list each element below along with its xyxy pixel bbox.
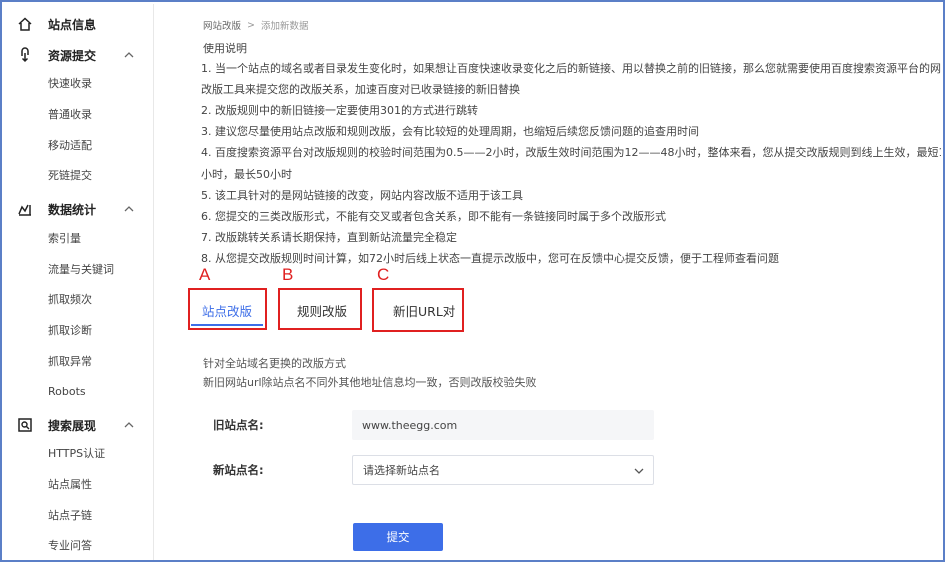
sidebar-item-sitelinks[interactable]: 站点子链 xyxy=(48,507,92,525)
sidebar-group-search-display[interactable]: 搜索展现 xyxy=(4,412,153,438)
sidebar-item-site-attributes[interactable]: 站点属性 xyxy=(48,476,92,494)
sidebar-item-robots[interactable]: Robots xyxy=(48,383,86,401)
tab-active-indicator xyxy=(191,324,263,326)
chevron-up-icon xyxy=(122,202,136,216)
usage-line: 改版工具来提交您的改版关系，加速百度对已收录链接的新旧替换 xyxy=(201,83,520,96)
annotation-letter-c: C xyxy=(377,265,390,284)
sidebar-item-crawl-frequency[interactable]: 抓取频次 xyxy=(48,291,92,309)
old-site-field: www.theegg.com xyxy=(352,410,654,440)
main-content: 网站改版 > 添加新数据 使用说明 1. 当一个站点的域名或者目录发生变化时，如… xyxy=(155,4,943,560)
revision-description: 针对全站域名更换的改版方式 xyxy=(203,357,346,370)
sidebar-item-site-info[interactable]: 站点信息 xyxy=(4,11,153,37)
sidebar-item-crawl-errors[interactable]: 抓取异常 xyxy=(48,353,92,371)
sidebar-group-resource-submit[interactable]: 资源提交 xyxy=(4,42,153,68)
breadcrumb: 网站改版 > 添加新数据 xyxy=(203,18,309,33)
usage-line: 1. 当一个站点的域名或者目录发生变化时，如果想让百度快速收录变化之后的新链接、… xyxy=(201,62,941,75)
sidebar-item-normal-index[interactable]: 普通收录 xyxy=(48,106,92,124)
chart-icon xyxy=(16,200,34,218)
app-frame: 站点信息 资源提交 快速收录 普通收录 移动适配 死链提交 数据统计 索引量 流… xyxy=(0,0,945,562)
usage-line: 3. 建议您尽量使用站点改版和规则改版，会有比较短的处理周期，也缩短后续您反馈问… xyxy=(201,125,699,138)
new-site-select[interactable]: 请选择新站点名 xyxy=(352,455,654,485)
usage-line: 小时，最长50小时 xyxy=(201,168,292,181)
sidebar-item-traffic-keywords[interactable]: 流量与关键词 xyxy=(48,261,114,279)
sidebar-item-deadlink[interactable]: 死链提交 xyxy=(48,167,92,185)
sidebar-item-https[interactable]: HTTPS认证 xyxy=(48,445,105,463)
usage-line: 6. 您提交的三类改版形式，不能有交叉或者包含关系，即不能有一条链接同时属于多个… xyxy=(201,210,666,223)
annotation-letter-a: A xyxy=(199,265,211,284)
sidebar-item-mobile-adapt[interactable]: 移动适配 xyxy=(48,137,92,155)
tab-rule-revision[interactable]: 规则改版 xyxy=(297,301,347,320)
search-display-icon xyxy=(16,416,34,434)
breadcrumb-current: 添加新数据 xyxy=(260,21,309,32)
chevron-down-icon xyxy=(633,465,645,477)
sidebar-item-quick-index[interactable]: 快速收录 xyxy=(48,75,92,93)
usage-line: 5. 该工具针对的是网站链接的改变，网站内容改版不适用于该工具 xyxy=(201,189,523,202)
tab-old-new-url-pairs[interactable]: 新旧URL对 xyxy=(393,301,455,320)
sidebar-group-label: 资源提交 xyxy=(48,48,97,63)
home-icon xyxy=(16,15,34,33)
chevron-up-icon xyxy=(122,48,136,62)
usage-title: 使用说明 xyxy=(203,42,247,55)
usage-line: 7. 改版跳转关系请长期保持，直到新站流量完全稳定 xyxy=(201,231,457,244)
submit-button[interactable]: 提交 xyxy=(353,523,443,551)
sidebar-group-label: 数据统计 xyxy=(48,202,97,217)
revision-description: 新旧网站url除站点名不同外其他地址信息均一致，否则改版校验失败 xyxy=(203,376,537,389)
sidebar-item-label: 站点信息 xyxy=(48,17,97,32)
new-site-label: 新站点名: xyxy=(213,463,264,477)
breadcrumb-separator: > xyxy=(247,19,255,31)
sidebar-item-pro-qa[interactable]: 专业问答 xyxy=(48,537,92,555)
breadcrumb-parent[interactable]: 网站改版 xyxy=(203,18,241,32)
sidebar-group-data-stats[interactable]: 数据统计 xyxy=(4,196,153,222)
usage-line: 2. 改版规则中的新旧链接一定要使用301的方式进行跳转 xyxy=(201,104,478,117)
annotation-letter-b: B xyxy=(282,265,294,284)
tab-site-revision[interactable]: 站点改版 xyxy=(202,301,252,320)
sidebar-item-crawl-diagnosis[interactable]: 抓取诊断 xyxy=(48,322,92,340)
usage-line: 4. 百度搜索资源平台对改版规则的校验时间范围为0.5——2小时，改版生效时间范… xyxy=(201,146,941,159)
usage-line: 8. 从您提交改版规则时间计算，如72小时后线上状态一直提示改版中，您可在反馈中… xyxy=(201,252,779,265)
sidebar: 站点信息 资源提交 快速收录 普通收录 移动适配 死链提交 数据统计 索引量 流… xyxy=(4,4,154,560)
new-site-select-value: 请选择新站点名 xyxy=(363,464,440,477)
sidebar-item-index-volume[interactable]: 索引量 xyxy=(48,230,81,248)
upload-icon xyxy=(16,46,34,64)
sidebar-group-label: 搜索展现 xyxy=(48,418,97,433)
chevron-up-icon xyxy=(122,418,136,432)
old-site-label: 旧站点名: xyxy=(213,418,264,432)
